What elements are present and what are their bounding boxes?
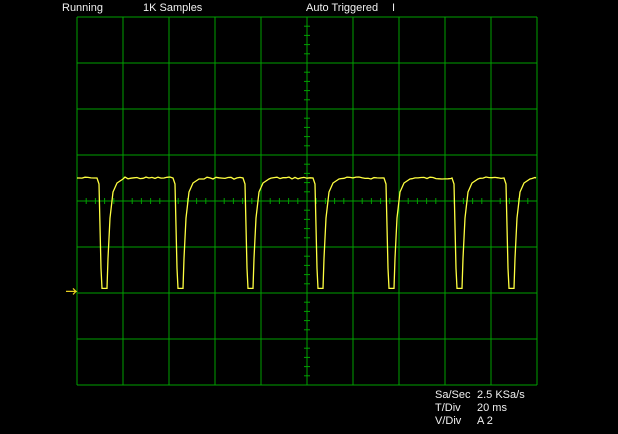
time-div-value: 20 ms (477, 402, 507, 414)
oscilloscope-screen[interactable] (0, 0, 618, 434)
time-div-readout: T/Div 20 ms (435, 402, 507, 415)
sample-rate-value: 2.5 KSa/s (477, 389, 525, 401)
sample-rate-label: Sa/Sec (435, 389, 471, 401)
ground-level-marker-icon[interactable] (66, 287, 78, 295)
volt-div-label: V/Div (435, 415, 462, 427)
sample-rate-readout: Sa/Sec 2.5 KSa/s (435, 389, 525, 402)
time-div-label: T/Div (435, 402, 461, 414)
volt-div-value: A 2 (477, 415, 493, 427)
volt-div-readout: V/Div A 2 (435, 415, 493, 428)
